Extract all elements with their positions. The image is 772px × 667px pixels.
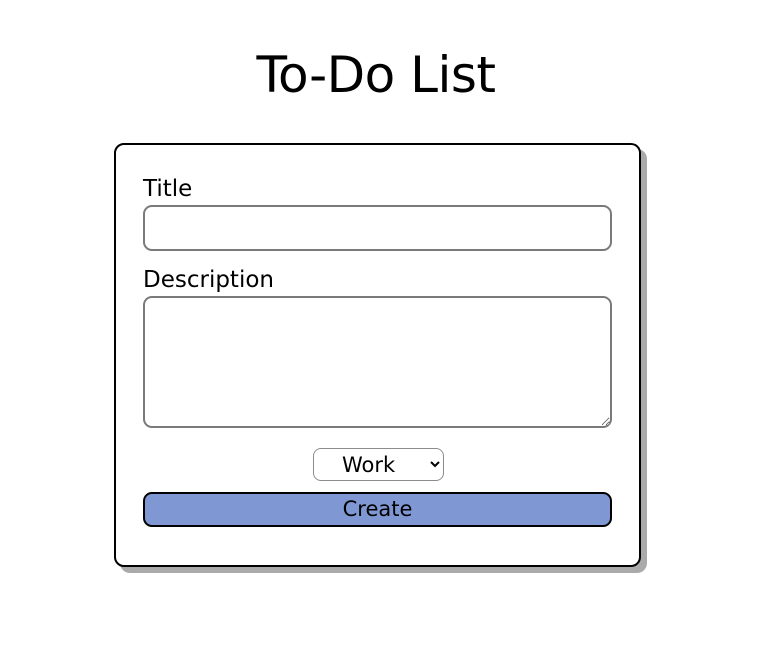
- create-button[interactable]: Create: [143, 492, 612, 527]
- page: To-Do List Title Description Work Create: [0, 0, 772, 667]
- todo-form-card: Title Description Work Create: [114, 143, 641, 567]
- title-input[interactable]: [143, 205, 612, 251]
- page-title: To-Do List: [256, 46, 497, 104]
- category-select[interactable]: Work: [313, 448, 444, 481]
- description-label: Description: [143, 267, 274, 293]
- title-label: Title: [143, 176, 193, 202]
- description-textarea[interactable]: [143, 296, 612, 428]
